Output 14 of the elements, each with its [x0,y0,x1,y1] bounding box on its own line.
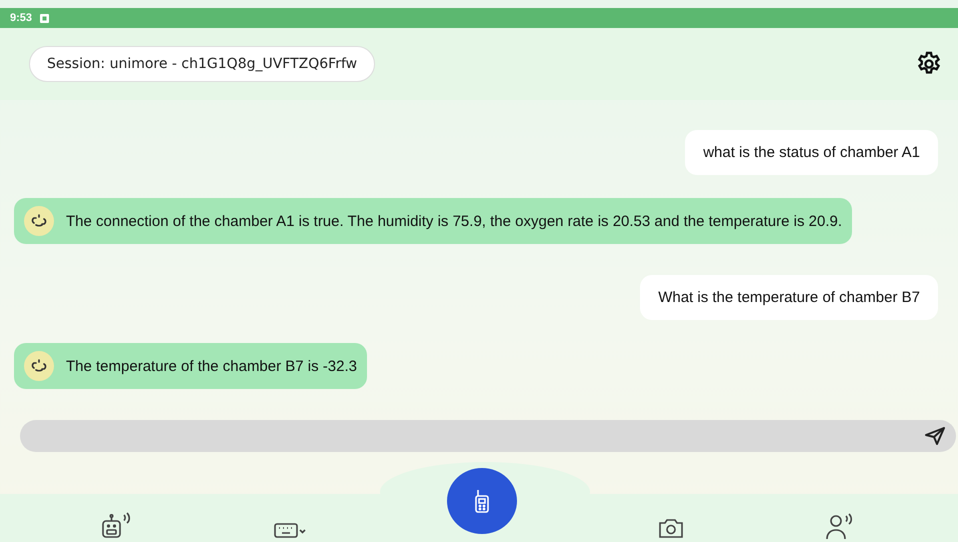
bot-message: The connection of the chamber A1 is true. The humidity is 75.9, the oxygen rate is 20.53 and the temperature is 20.9. [14,198,852,244]
walkie-talkie-icon [472,488,491,514]
keyboard-icon[interactable] [273,520,308,540]
status-time: 9:53 [10,12,32,24]
user-message: What is the temperature of chamber B7 [640,275,938,320]
bot-message: The temperature of the chamber B7 is -32.3 [14,343,367,389]
send-icon[interactable] [924,426,946,446]
camera-icon[interactable] [656,516,685,540]
message-input-field[interactable] [20,420,956,452]
bot-avatar-icon [24,206,54,236]
notification-icon [40,14,50,22]
user-message: what is the status of chamber A1 [685,130,938,175]
bot-avatar-icon [24,351,54,381]
session-chip: Session: unimore - ch1G1Q8g_UVFTZQ6Frfw [29,46,376,82]
